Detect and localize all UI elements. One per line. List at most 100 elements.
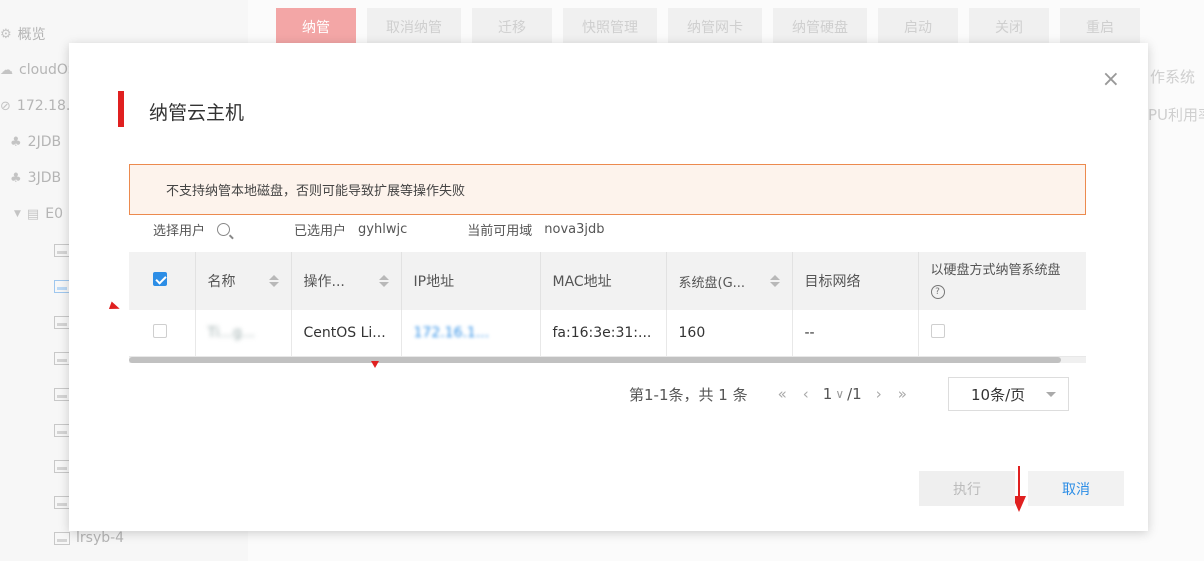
select-user-label: 选择用户 <box>153 224 206 239</box>
page-size-value: 10条/页 <box>971 385 1026 404</box>
manage-button[interactable]: 纳管 <box>276 8 356 46</box>
sort-icon[interactable] <box>378 275 389 287</box>
sidebar-item-label: E0 <box>45 206 63 222</box>
current-page[interactable]: 1 <box>823 385 833 403</box>
header-label: 操作... <box>303 274 345 290</box>
header-target-network: 目标网络 <box>792 252 919 310</box>
cancel-button[interactable]: 取消 <box>1028 471 1124 506</box>
annotation-marker-icon <box>371 361 379 368</box>
sort-icon[interactable] <box>268 275 279 287</box>
table-row[interactable]: Ti...g... CentOS Li... 172.16.1... fa:16… <box>129 310 1086 357</box>
close-icon[interactable]: × <box>1102 69 1120 91</box>
chevron-down-icon <box>1046 392 1056 397</box>
dialog-title: 纳管云主机 <box>149 102 245 124</box>
cell-system-disk: 160 <box>666 310 793 357</box>
start-button[interactable]: 启动 <box>878 8 958 46</box>
pagination-summary: 第1-1条，共 1 条 <box>629 385 748 404</box>
header-label: 以硬盘方式纳管系统盘 <box>930 263 1061 278</box>
search-icon[interactable] <box>217 223 231 236</box>
vm-icon <box>54 495 70 509</box>
header-os[interactable]: 操作... <box>291 252 402 310</box>
column-os-label: 作系统 <box>1150 68 1196 86</box>
filter-bar: 选择用户 已选用户 gyhlwjc 当前可用域 nova3jdb <box>153 220 605 239</box>
cell-ip: 172.16.1... <box>401 310 541 357</box>
vm-icon <box>54 315 70 329</box>
cell-name: Ti...g... <box>195 310 292 357</box>
vm-icon <box>54 387 70 401</box>
restart-button[interactable]: 重启 <box>1060 8 1140 46</box>
sidebar-item-label: 概览 <box>17 27 46 43</box>
zone-value: nova3jdb <box>544 222 605 237</box>
sidebar-item-overview[interactable]: ⚙ 概览 <box>0 23 46 45</box>
row-checkbox[interactable] <box>153 324 167 338</box>
prev-page-icon[interactable]: ‹ <box>803 385 809 403</box>
manage-as-disk-checkbox[interactable] <box>930 324 945 338</box>
next-page-icon[interactable]: › <box>876 385 882 403</box>
header-system-disk[interactable]: 系统盘(G... <box>666 252 793 310</box>
vm-icon <box>54 351 70 365</box>
cell-os: CentOS Li... <box>291 310 402 357</box>
migrate-button[interactable]: 迁移 <box>472 8 552 46</box>
vm-icon <box>54 279 70 293</box>
cluster-icon: ♣ <box>10 134 22 150</box>
cell-mac: fa:16:3e:31:... <box>540 310 667 357</box>
vm-name: Ti...g... <box>207 325 256 341</box>
sidebar-item-e0[interactable]: ▼ ▤ E0 <box>14 203 63 225</box>
horizontal-scrollbar[interactable] <box>129 357 1086 363</box>
zone-label: 当前可用域 <box>467 224 533 239</box>
table-header-row: 名称 操作... IP地址 MAC地址 系统盘(G... 目标网络 以硬盘方式纳… <box>129 252 1086 310</box>
scrollbar-thumb[interactable] <box>129 357 1061 363</box>
cell-manage-as-disk[interactable] <box>918 310 1086 357</box>
vm-icon <box>54 531 70 545</box>
header-ip: IP地址 <box>401 252 541 310</box>
last-page-icon[interactable]: » <box>898 385 907 403</box>
manage-nic-button[interactable]: 纳管网卡 <box>668 8 762 46</box>
vm-icon <box>54 243 70 257</box>
selected-user-value: gyhlwjc <box>358 222 408 237</box>
caret-down-icon: ▼ <box>14 209 21 219</box>
header-name[interactable]: 名称 <box>195 252 292 310</box>
page-dropdown-icon[interactable]: ∨ <box>835 387 844 401</box>
column-cpu-label: PU利用率 <box>1148 106 1204 124</box>
warning-banner: 不支持纳管本地磁盘，否则可能导致扩展等操作失败 <box>129 164 1086 215</box>
shutdown-button[interactable]: 关闭 <box>969 8 1049 46</box>
header-mac: MAC地址 <box>540 252 667 310</box>
sidebar-item-2jdb[interactable]: ♣ 2JDB <box>10 131 61 153</box>
header-label: MAC地址 <box>552 274 612 290</box>
cell-target-network[interactable]: -- <box>792 310 919 357</box>
header-label: 系统盘(G... <box>678 275 746 291</box>
sidebar-item-label: 3JDB <box>27 170 62 186</box>
sidebar-item-3jdb[interactable]: ♣ 3JDB <box>10 167 61 189</box>
total-pages: /1 <box>847 385 862 403</box>
sidebar-item-label: lrsyb-4 <box>76 530 125 546</box>
header-select-all[interactable] <box>129 252 196 310</box>
pagination: 第1-1条，共 1 条 « ‹ 1 ∨ /1 › » <box>629 377 915 411</box>
cluster-icon: ♣ <box>10 170 22 186</box>
link-icon: ⊘ <box>0 98 11 114</box>
vm-table: 名称 操作... IP地址 MAC地址 系统盘(G... 目标网络 以硬盘方式纳… <box>129 252 1086 357</box>
sidebar-item-cloudos[interactable]: ☁ cloudOS <box>0 59 77 81</box>
vm-icon <box>54 423 70 437</box>
first-page-icon[interactable]: « <box>778 385 787 403</box>
page-size-select[interactable]: 10条/页 <box>948 377 1069 411</box>
manage-vm-dialog: × 纳管云主机 不支持纳管本地磁盘，否则可能导致扩展等操作失败 选择用户 已选用… <box>69 43 1148 531</box>
title-accent-bar <box>118 91 124 127</box>
settings-icon: ⚙ <box>0 26 12 42</box>
manage-disk-button[interactable]: 纳管硬盘 <box>773 8 867 46</box>
unmanage-button[interactable]: 取消纳管 <box>367 8 461 46</box>
sort-icon[interactable] <box>769 275 780 287</box>
vm-icon <box>54 459 70 473</box>
snapshot-button[interactable]: 快照管理 <box>563 8 657 46</box>
sidebar-item-label: 2JDB <box>27 134 62 150</box>
selected-user-label: 已选用户 <box>294 224 347 239</box>
warning-text: 不支持纳管本地磁盘，否则可能导致扩展等操作失败 <box>166 184 466 199</box>
sidebar-item-host[interactable]: ⊘ 172.18.1 <box>0 95 79 117</box>
header-label: IP地址 <box>413 274 455 290</box>
row-checkbox-cell[interactable] <box>129 310 196 357</box>
toolbar: 纳管 取消纳管 迁移 快照管理 纳管网卡 纳管硬盘 启动 关闭 重启 <box>276 8 1140 46</box>
cloud-icon: ☁ <box>0 62 13 78</box>
execute-button[interactable]: 执行 <box>919 471 1015 506</box>
select-all-checkbox[interactable] <box>153 272 167 286</box>
ip-link[interactable]: 172.16.1... <box>414 325 490 341</box>
help-icon[interactable]: ? <box>930 285 945 299</box>
